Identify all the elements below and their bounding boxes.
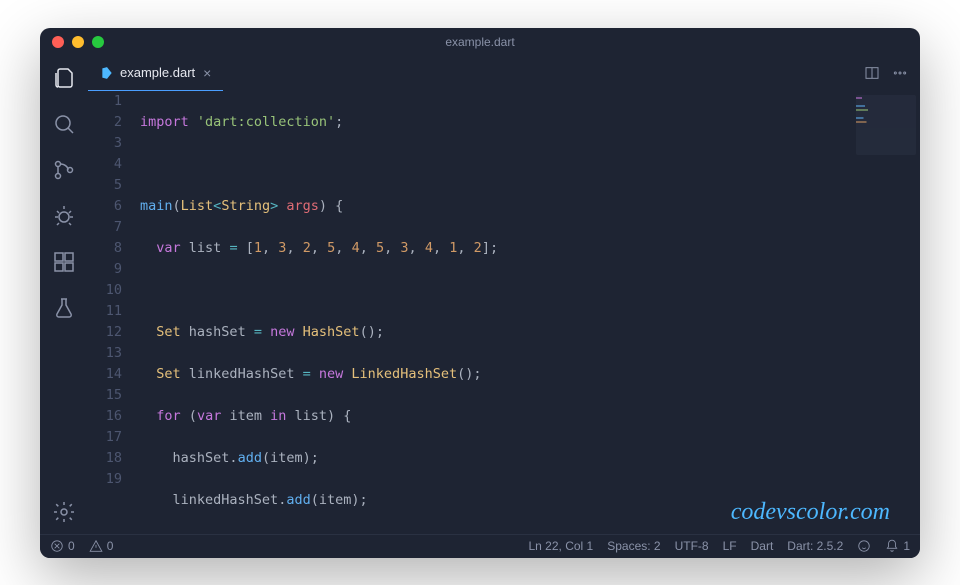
cursor-position[interactable]: Ln 22, Col 1 [529,539,594,553]
encoding[interactable]: UTF-8 [675,539,709,553]
window-controls [52,36,104,48]
eol[interactable]: LF [723,539,737,553]
maximize-window-icon[interactable] [92,36,104,48]
test-icon[interactable] [50,294,78,322]
editor-area: example.dart × 123 456 789 10 [88,56,920,534]
tab-example-dart[interactable]: example.dart × [88,56,223,91]
source-control-icon[interactable] [50,156,78,184]
tab-label: example.dart [120,65,195,80]
tab-actions [864,56,920,91]
indentation[interactable]: Spaces: 2 [607,539,660,553]
language-mode[interactable]: Dart [751,539,774,553]
split-editor-icon[interactable] [864,65,880,81]
feedback-icon[interactable] [857,539,871,553]
close-window-icon[interactable] [52,36,64,48]
main-area: example.dart × 123 456 789 10 [40,56,920,534]
titlebar: example.dart [40,28,920,56]
close-tab-icon[interactable]: × [203,65,211,81]
debug-icon[interactable] [50,202,78,230]
search-icon[interactable] [50,110,78,138]
dart-version[interactable]: Dart: 2.5.2 [787,539,843,553]
activity-bar [40,56,88,534]
code-content[interactable]: import 'dart:collection'; main(List<Stri… [140,91,920,534]
minimap[interactable] [856,95,916,155]
statusbar: 0 0 Ln 22, Col 1 Spaces: 2 UTF-8 LF Dart… [40,534,920,558]
dart-file-icon [100,66,114,80]
notifications-icon[interactable]: 1 [885,539,910,553]
extensions-icon[interactable] [50,248,78,276]
line-gutter: 123 456 789 101112 131415 161718 19 [88,91,140,534]
tabs-row: example.dart × [88,56,920,91]
explorer-icon[interactable] [50,64,78,92]
settings-icon[interactable] [50,498,78,526]
more-actions-icon[interactable] [892,65,908,81]
warnings-count[interactable]: 0 [89,539,114,553]
errors-count[interactable]: 0 [50,539,75,553]
minimize-window-icon[interactable] [72,36,84,48]
editor-window: example.dart [40,28,920,558]
code-editor[interactable]: 123 456 789 101112 131415 161718 19 impo… [88,91,920,534]
window-title: example.dart [445,35,514,49]
